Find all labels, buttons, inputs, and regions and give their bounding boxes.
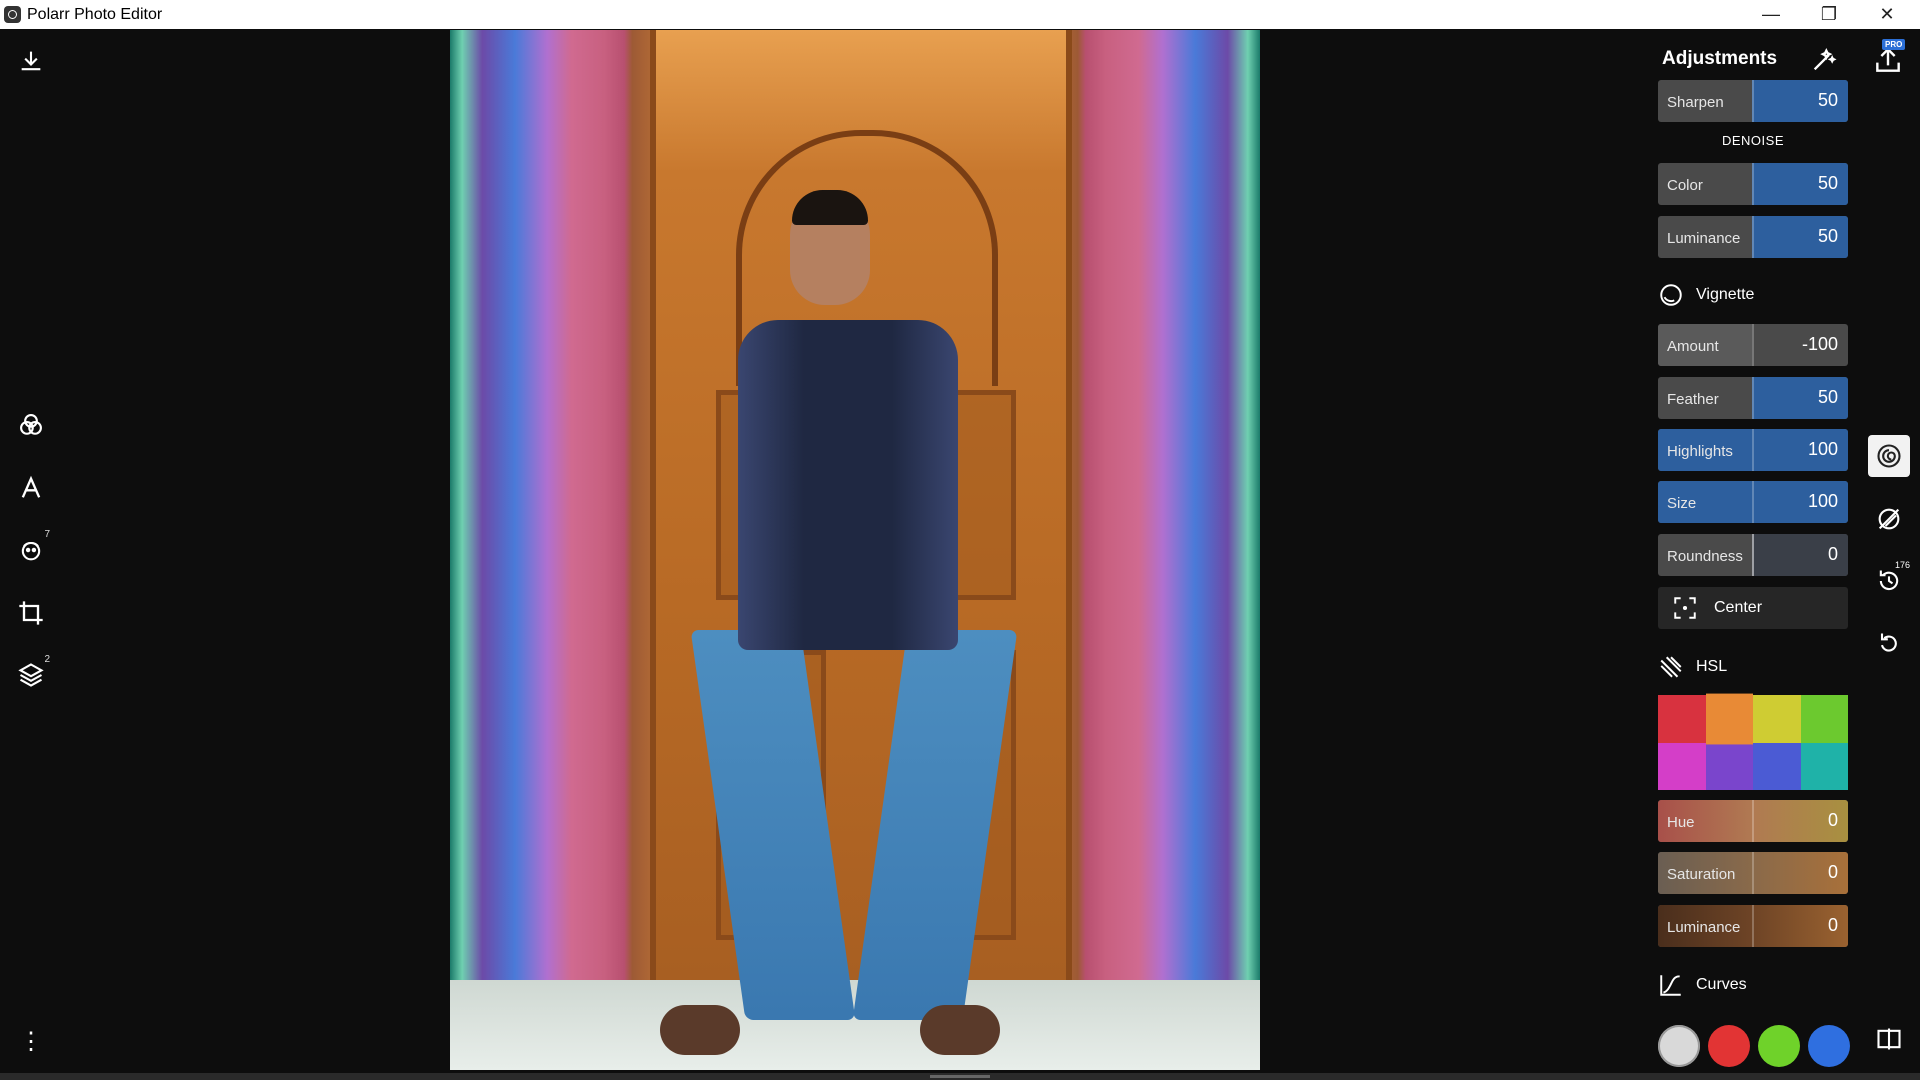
hsl-swatch[interactable]: [1705, 693, 1753, 744]
history-icon: [1879, 570, 1899, 591]
vignette-feather-value[interactable]: 50: [1818, 387, 1838, 408]
hsl-hue-slider[interactable]: Hue 0: [1658, 800, 1848, 842]
sharpen-label: Sharpen: [1667, 94, 1724, 111]
vignette-amount-slider[interactable]: Amount -100: [1658, 324, 1848, 366]
layers-icon: [18, 663, 44, 687]
toggle-original-button[interactable]: [1868, 498, 1910, 540]
curves-heading: Curves: [1696, 976, 1747, 993]
vignette-size-value[interactable]: 100: [1808, 491, 1838, 512]
sharpen-value[interactable]: 50: [1818, 90, 1838, 111]
hsl-swatch[interactable]: [1753, 742, 1801, 790]
hsl-swatch[interactable]: [1658, 742, 1706, 790]
curve-channel-dot[interactable]: [1658, 1025, 1700, 1067]
face-count-badge: 7: [44, 529, 50, 540]
hsl-luminance-slider[interactable]: Luminance 0: [1658, 905, 1848, 947]
vignette-size-slider[interactable]: Size 100: [1658, 481, 1848, 523]
denoise-luminance-label: Luminance: [1667, 230, 1741, 247]
title-bar: Polarr Photo Editor — ❐ ✕: [0, 0, 1920, 29]
hsl-stripes-icon: [1660, 656, 1682, 678]
hsl-luminance-label: Luminance: [1667, 919, 1741, 936]
vignette-feather-slider[interactable]: Feather 50: [1658, 377, 1848, 419]
vignette-feather-label: Feather: [1667, 391, 1719, 408]
vignette-size-label: Size: [1667, 495, 1697, 512]
close-button[interactable]: ✕: [1858, 0, 1916, 29]
curves-icon: [1660, 975, 1681, 996]
spiral-icon: [1877, 444, 1901, 468]
app-icon: [4, 6, 21, 23]
auto-enhance-button[interactable]: [1810, 46, 1838, 74]
compare-slash-icon: [1878, 508, 1900, 530]
hsl-swatch[interactable]: [1658, 695, 1706, 743]
hsl-color-swatches[interactable]: [1658, 693, 1848, 790]
hsl-swatch[interactable]: [1800, 742, 1848, 790]
vignette-amount-value[interactable]: -100: [1802, 334, 1838, 355]
panel-title: Adjustments: [1662, 48, 1778, 69]
text-icon: [21, 475, 41, 498]
hsl-saturation-slider[interactable]: Saturation 0: [1658, 852, 1848, 894]
maximize-button[interactable]: ❐: [1800, 0, 1858, 29]
hsl-saturation-label: Saturation: [1667, 866, 1736, 883]
layers-button[interactable]: 2: [10, 654, 52, 696]
vignette-section-header[interactable]: Vignette: [1658, 282, 1754, 308]
layers-count-badge: 2: [44, 654, 50, 665]
focus-frame-icon: [1674, 597, 1696, 619]
bottom-scroll-handle[interactable]: [930, 1075, 990, 1078]
hsl-hue-value[interactable]: 0: [1828, 810, 1838, 831]
minimize-button[interactable]: —: [1742, 0, 1800, 29]
hsl-heading: HSL: [1696, 658, 1728, 675]
hsl-hue-label: Hue: [1667, 814, 1695, 831]
denoise-heading: DENOISE: [1721, 133, 1784, 148]
hsl-luminance-value[interactable]: 0: [1828, 915, 1838, 936]
vignette-amount-label: Amount: [1667, 338, 1719, 355]
undo-icon: [1880, 633, 1897, 652]
vignette-roundness-slider[interactable]: Roundness 0: [1658, 534, 1848, 576]
denoise-color-label: Color: [1667, 177, 1703, 194]
vignette-highlights-label: Highlights: [1667, 443, 1733, 460]
hsl-swatch[interactable]: [1753, 695, 1801, 743]
crop-button[interactable]: [10, 592, 52, 634]
sharpen-slider[interactable]: Sharpen 50: [1658, 80, 1848, 122]
hsl-section-header[interactable]: HSL: [1658, 654, 1727, 680]
hsl-saturation-value[interactable]: 0: [1828, 862, 1838, 883]
more-menu-button[interactable]: ⋮: [10, 1020, 52, 1062]
curves-section-header[interactable]: Curves: [1658, 972, 1747, 998]
curve-channel-dot[interactable]: [1808, 1025, 1850, 1067]
window-title: Polarr Photo Editor: [27, 6, 163, 23]
center-label: Center: [1714, 599, 1763, 616]
split-view-icon: [1877, 1028, 1901, 1050]
vignette-highlights-value[interactable]: 100: [1808, 439, 1838, 460]
download-icon: [21, 51, 41, 71]
download-button[interactable]: [10, 40, 52, 82]
vignette-highlights-slider[interactable]: Highlights 100: [1658, 429, 1848, 471]
compare-view-button[interactable]: [1868, 1018, 1910, 1060]
text-tool-button[interactable]: [10, 467, 52, 509]
curve-channel-dot[interactable]: [1758, 1025, 1800, 1067]
hsl-swatch[interactable]: [1705, 742, 1753, 790]
vignette-icon: [1660, 284, 1682, 306]
history-count: 176: [1894, 560, 1910, 570]
face-icon: [21, 541, 41, 561]
curve-channel-selector[interactable]: [1658, 1025, 1850, 1067]
vignette-heading: Vignette: [1696, 286, 1755, 303]
denoise-color-slider[interactable]: Color 50: [1658, 163, 1848, 205]
vignette-center-button[interactable]: Center: [1658, 587, 1848, 629]
reset-button[interactable]: [1868, 623, 1910, 665]
vignette-roundness-label: Roundness: [1667, 548, 1743, 565]
vignette-roundness-value[interactable]: 0: [1828, 544, 1838, 565]
denoise-luminance-value[interactable]: 50: [1818, 226, 1838, 247]
local-adjust-button[interactable]: [1868, 435, 1910, 477]
curve-channel-dot[interactable]: [1708, 1025, 1750, 1067]
crop-icon: [19, 601, 43, 625]
hsl-swatch[interactable]: [1800, 695, 1848, 743]
filters-button[interactable]: [10, 404, 52, 446]
pro-badge: PRO: [1882, 39, 1906, 50]
photo-canvas[interactable]: [450, 30, 1260, 1070]
denoise-color-value[interactable]: 50: [1818, 173, 1838, 194]
denoise-luminance-slider[interactable]: Luminance 50: [1658, 216, 1848, 258]
history-button[interactable]: 176: [1868, 560, 1910, 602]
color-circles-icon: [20, 414, 42, 435]
magic-wand-icon: [1813, 48, 1837, 71]
face-tool-button[interactable]: 7: [10, 529, 52, 571]
